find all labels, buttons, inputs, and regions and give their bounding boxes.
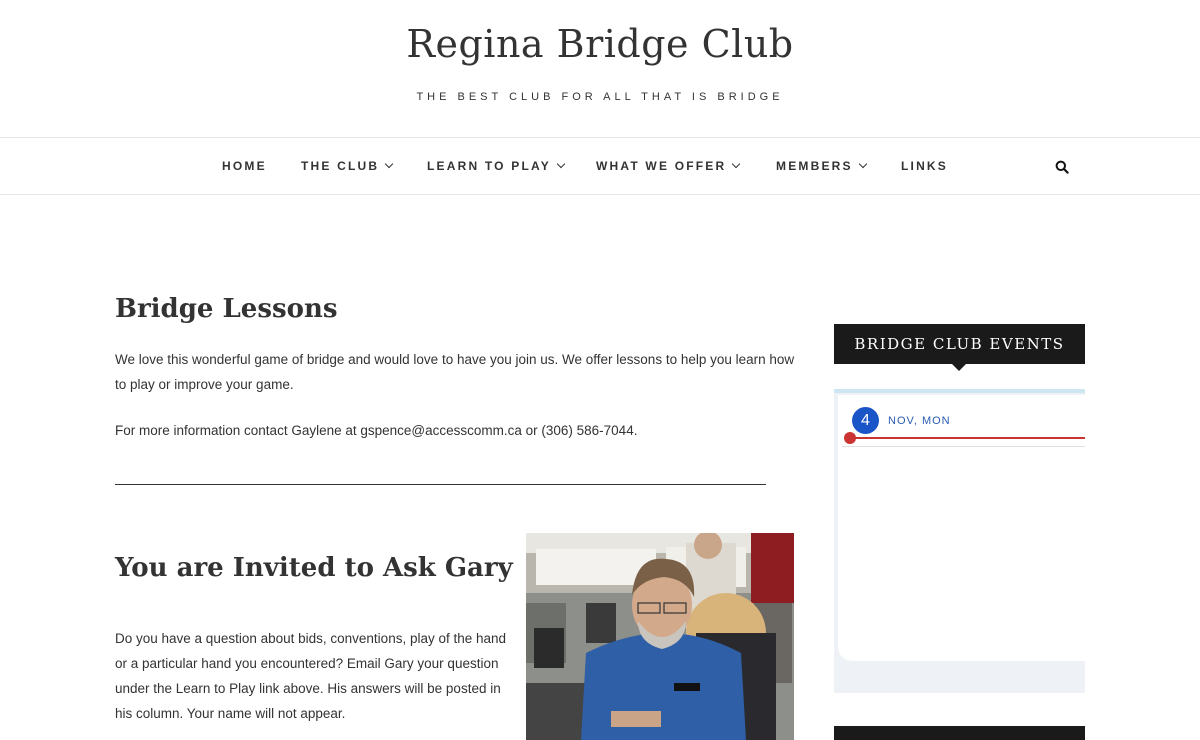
nav-item-what-we-offer[interactable]: WHAT WE OFFER bbox=[596, 159, 741, 173]
chevron-down-icon bbox=[732, 159, 741, 169]
ask-gary-text: Do you have a question about bids, conve… bbox=[115, 631, 507, 721]
nav-item-learn-to-play[interactable]: LEARN TO PLAY bbox=[427, 159, 566, 173]
day-number-badge[interactable]: 4 bbox=[852, 407, 879, 434]
nav-item-label: THE CLUB bbox=[301, 159, 380, 173]
widget-pointer bbox=[952, 364, 966, 371]
nav-item-label: MEMBERS bbox=[776, 159, 853, 173]
day-label: NOV, MON bbox=[888, 415, 951, 427]
nav-item-label: LEARN TO PLAY bbox=[427, 159, 551, 173]
nav-item-label: HOME bbox=[222, 159, 267, 173]
site-tagline: THE BEST CLUB FOR ALL THAT IS BRIDGE bbox=[416, 91, 784, 103]
search-icon[interactable] bbox=[1055, 160, 1069, 179]
site-title[interactable]: Regina Bridge Club bbox=[0, 22, 1200, 66]
lessons-contact-text: For more information contact Gaylene at … bbox=[115, 423, 638, 438]
section-heading-ask-gary: You are Invited to Ask Gary bbox=[115, 553, 513, 583]
chevron-down-icon bbox=[858, 159, 867, 169]
nav-item-the-club[interactable]: THE CLUB bbox=[301, 159, 394, 173]
events-widget-title: BRIDGE CLUB EVENTS bbox=[834, 324, 1085, 364]
nav-item-links[interactable]: LINKS bbox=[901, 159, 948, 173]
chevron-down-icon bbox=[385, 159, 394, 169]
gary-photo bbox=[526, 533, 794, 740]
nav-item-label: WHAT WE OFFER bbox=[596, 159, 727, 173]
events-calendar: 4 NOV, MON bbox=[834, 389, 1085, 693]
current-time-dot bbox=[844, 432, 856, 444]
section-divider bbox=[115, 484, 766, 485]
nav-item-members[interactable]: MEMBERS bbox=[776, 159, 867, 173]
chevron-down-icon bbox=[556, 159, 566, 169]
main-navigation: HOME THE CLUB LEARN TO PLAY WHAT WE OFFE… bbox=[0, 137, 1200, 195]
lessons-intro-text: We love this wonderful game of bridge an… bbox=[115, 352, 795, 392]
calendar-divider bbox=[842, 446, 1085, 447]
current-time-line bbox=[852, 437, 1085, 439]
nav-item-home[interactable]: HOME bbox=[222, 159, 267, 173]
nav-item-label: LINKS bbox=[901, 159, 948, 173]
calendar-panel: 4 NOV, MON bbox=[838, 395, 1085, 661]
section-heading-bridge-lessons: Bridge Lessons bbox=[115, 294, 338, 324]
next-widget-header bbox=[834, 726, 1085, 740]
